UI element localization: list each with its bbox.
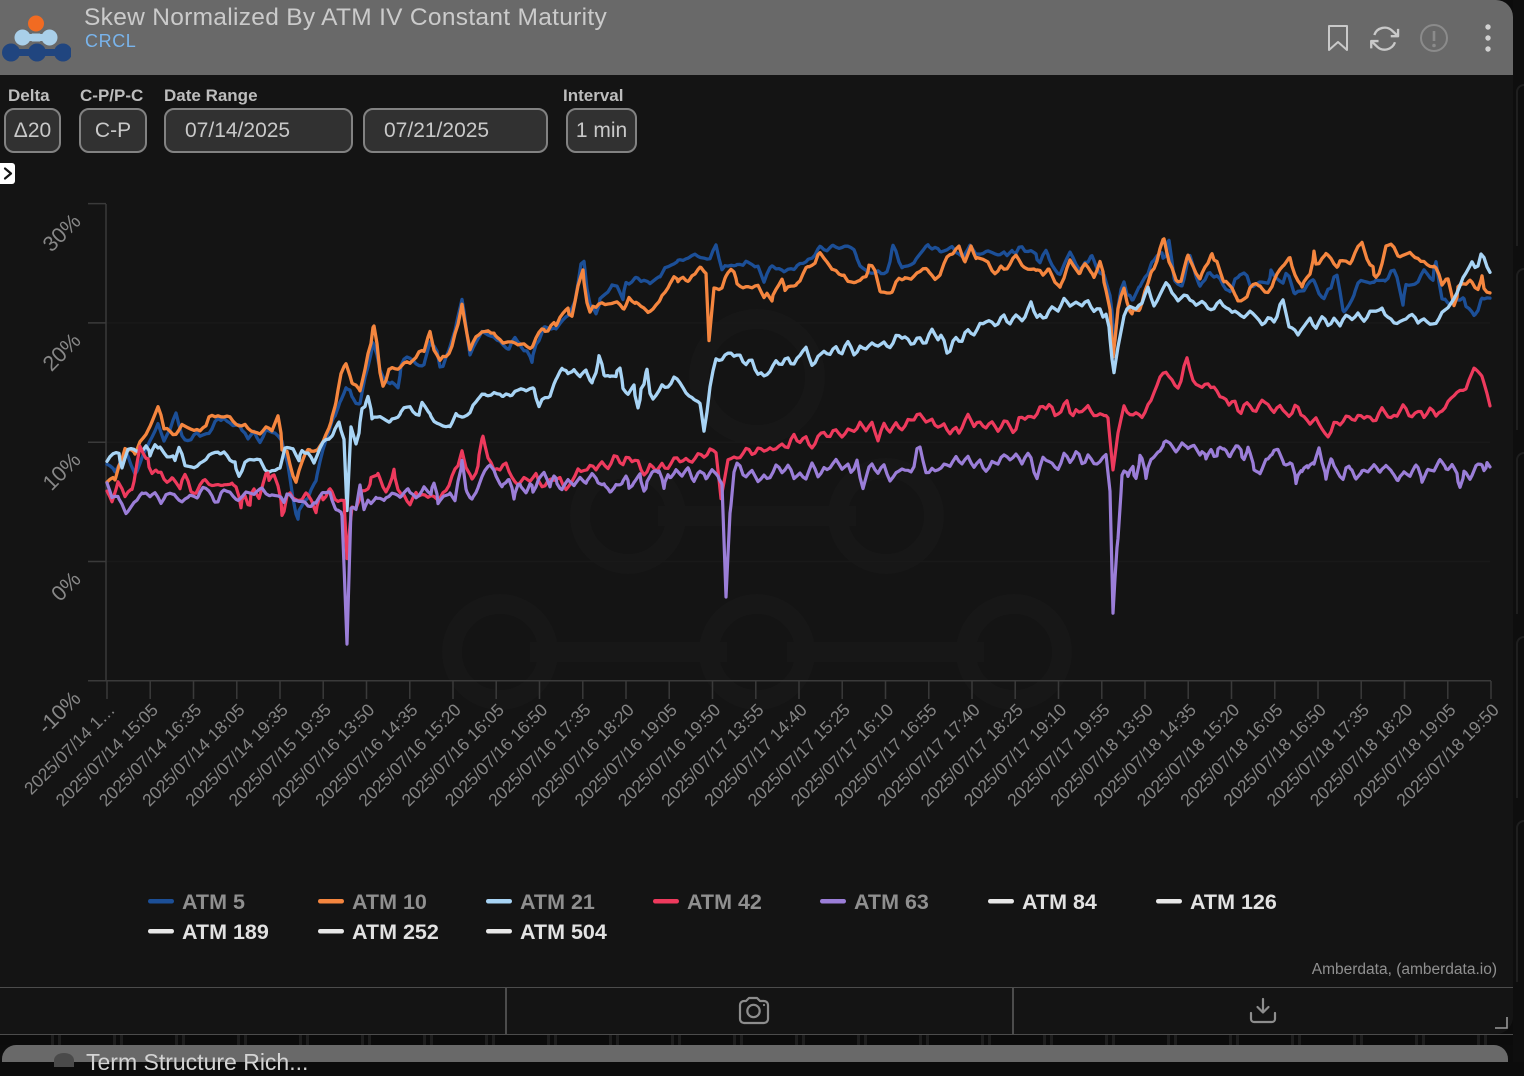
svg-text:ATM 10: ATM 10 xyxy=(352,890,427,914)
svg-text:20%: 20% xyxy=(38,328,85,375)
svg-text:30%: 30% xyxy=(38,209,85,256)
svg-text:0%: 0% xyxy=(47,567,86,606)
svg-text:ATM 5: ATM 5 xyxy=(182,890,245,914)
svg-text:ATM 126: ATM 126 xyxy=(1190,890,1277,914)
svg-text:ATM 504: ATM 504 xyxy=(520,920,607,944)
svg-text:10%: 10% xyxy=(38,448,85,495)
svg-text:ATM 63: ATM 63 xyxy=(854,890,929,914)
svg-text:Amberdata, (amberdata.io): Amberdata, (amberdata.io) xyxy=(1312,961,1497,978)
svg-text:ATM 42: ATM 42 xyxy=(687,890,762,914)
svg-text:ATM 84: ATM 84 xyxy=(1022,890,1097,914)
svg-text:ATM 21: ATM 21 xyxy=(520,890,595,914)
svg-text:ATM 189: ATM 189 xyxy=(182,920,269,944)
svg-text:ATM 252: ATM 252 xyxy=(352,920,439,944)
